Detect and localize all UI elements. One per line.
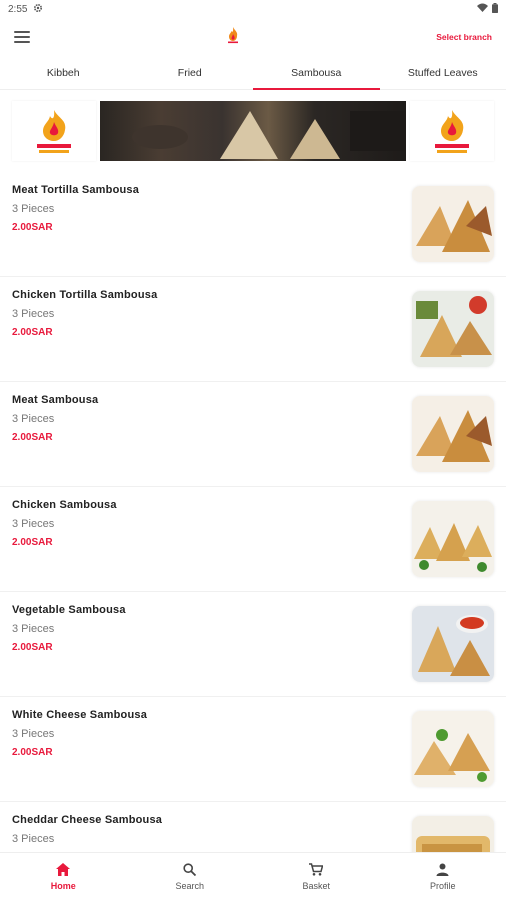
tab-stuffed-leaves[interactable]: Stuffed Leaves bbox=[380, 56, 506, 89]
banner-strip[interactable] bbox=[12, 100, 494, 162]
item-text: Chicken Sambousa 3 Pieces 2.00SAR bbox=[12, 487, 117, 548]
item-pieces: 3 Pieces bbox=[12, 413, 55, 425]
tab-kibbeh[interactable]: Kibbeh bbox=[0, 56, 127, 89]
item-name: Cheddar Cheese Sambousa bbox=[12, 814, 163, 826]
search-icon bbox=[183, 862, 197, 878]
item-text: Vegetable Sambousa 3 Pieces 2.00SAR bbox=[12, 592, 126, 653]
nav-basket-label: Basket bbox=[302, 880, 330, 891]
list-item[interactable]: Vegetable Sambousa 3 Pieces 2.00SAR bbox=[0, 592, 506, 697]
item-text: Meat Sambousa 3 Pieces 2.00SAR bbox=[12, 382, 98, 443]
list-item[interactable]: Meat Sambousa 3 Pieces 2.00SAR bbox=[0, 382, 506, 487]
item-price: 2.00SAR bbox=[12, 327, 53, 338]
status-right bbox=[477, 2, 498, 16]
nav-search[interactable]: Search bbox=[127, 853, 254, 900]
list-item[interactable]: Cheddar Cheese Sambousa 3 Pieces bbox=[0, 802, 506, 852]
menu-icon[interactable] bbox=[14, 31, 30, 43]
list-item[interactable]: Chicken Tortilla Sambousa 3 Pieces 2.00S… bbox=[0, 277, 506, 382]
item-price: 2.00SAR bbox=[12, 537, 53, 548]
tab-sambousa[interactable]: Sambousa bbox=[253, 56, 380, 90]
item-pieces: 3 Pieces bbox=[12, 203, 55, 215]
item-price: 2.00SAR bbox=[12, 222, 53, 233]
restaurant-logo bbox=[12, 101, 96, 161]
battery-icon bbox=[492, 2, 498, 16]
nav-profile[interactable]: Profile bbox=[380, 853, 506, 900]
bottom-nav: Home Search Basket Profile bbox=[0, 852, 506, 900]
item-image bbox=[412, 711, 494, 787]
item-name: Chicken Tortilla Sambousa bbox=[12, 289, 158, 301]
nav-profile-label: Profile bbox=[429, 880, 456, 891]
item-image bbox=[412, 186, 494, 262]
item-name: Chicken Sambousa bbox=[12, 499, 117, 511]
wifi-icon bbox=[477, 3, 488, 15]
banner-photo bbox=[100, 101, 406, 161]
category-tabs: Kibbeh Fried Sambousa Stuffed Leaves bbox=[0, 56, 506, 90]
item-pieces: 3 Pieces bbox=[12, 308, 55, 320]
item-image bbox=[412, 816, 494, 852]
product-list: Meat Tortilla Sambousa 3 Pieces 2.00SAR … bbox=[0, 172, 506, 852]
list-item[interactable]: Meat Tortilla Sambousa 3 Pieces 2.00SAR bbox=[0, 172, 506, 277]
nav-basket[interactable]: Basket bbox=[253, 853, 380, 900]
home-icon bbox=[56, 862, 71, 878]
app-bar: Select branch bbox=[0, 18, 506, 56]
item-name: Meat Sambousa bbox=[12, 394, 99, 406]
person-icon bbox=[436, 863, 449, 878]
item-price: 2.00SAR bbox=[12, 432, 53, 443]
status-left: 2:55 bbox=[8, 3, 43, 16]
item-price: 2.00SAR bbox=[12, 642, 53, 653]
item-text: White Cheese Sambousa 3 Pieces 2.00SAR bbox=[12, 697, 147, 758]
status-bar: 2:55 bbox=[0, 0, 506, 18]
cart-icon bbox=[309, 862, 324, 878]
item-image bbox=[412, 396, 494, 472]
item-name: Meat Tortilla Sambousa bbox=[12, 184, 140, 196]
item-price: 2.00SAR bbox=[12, 747, 53, 758]
item-text: Meat Tortilla Sambousa 3 Pieces 2.00SAR bbox=[12, 172, 139, 233]
nav-search-label: Search bbox=[175, 880, 205, 891]
banner bbox=[0, 90, 506, 172]
item-pieces: 3 Pieces bbox=[12, 728, 55, 740]
list-item[interactable]: White Cheese Sambousa 3 Pieces 2.00SAR bbox=[0, 697, 506, 802]
tab-fried[interactable]: Fried bbox=[127, 56, 254, 89]
item-text: Chicken Tortilla Sambousa 3 Pieces 2.00S… bbox=[12, 277, 157, 338]
status-time: 2:55 bbox=[8, 3, 28, 15]
select-branch-button[interactable]: Select branch bbox=[436, 32, 492, 42]
item-image bbox=[412, 291, 494, 367]
nav-home-label: Home bbox=[50, 880, 76, 891]
item-name: White Cheese Sambousa bbox=[12, 709, 148, 721]
item-pieces: 3 Pieces bbox=[12, 833, 55, 845]
flame-logo-icon bbox=[225, 26, 241, 49]
item-pieces: 3 Pieces bbox=[12, 518, 55, 530]
item-pieces: 3 Pieces bbox=[12, 623, 55, 635]
item-name: Vegetable Sambousa bbox=[12, 604, 126, 616]
nav-home[interactable]: Home bbox=[0, 853, 127, 900]
gear-icon bbox=[33, 3, 43, 16]
item-image bbox=[412, 501, 494, 577]
restaurant-logo bbox=[410, 101, 494, 161]
list-item[interactable]: Chicken Sambousa 3 Pieces 2.00SAR bbox=[0, 487, 506, 592]
item-text: Cheddar Cheese Sambousa 3 Pieces bbox=[12, 802, 162, 852]
item-image bbox=[412, 606, 494, 682]
